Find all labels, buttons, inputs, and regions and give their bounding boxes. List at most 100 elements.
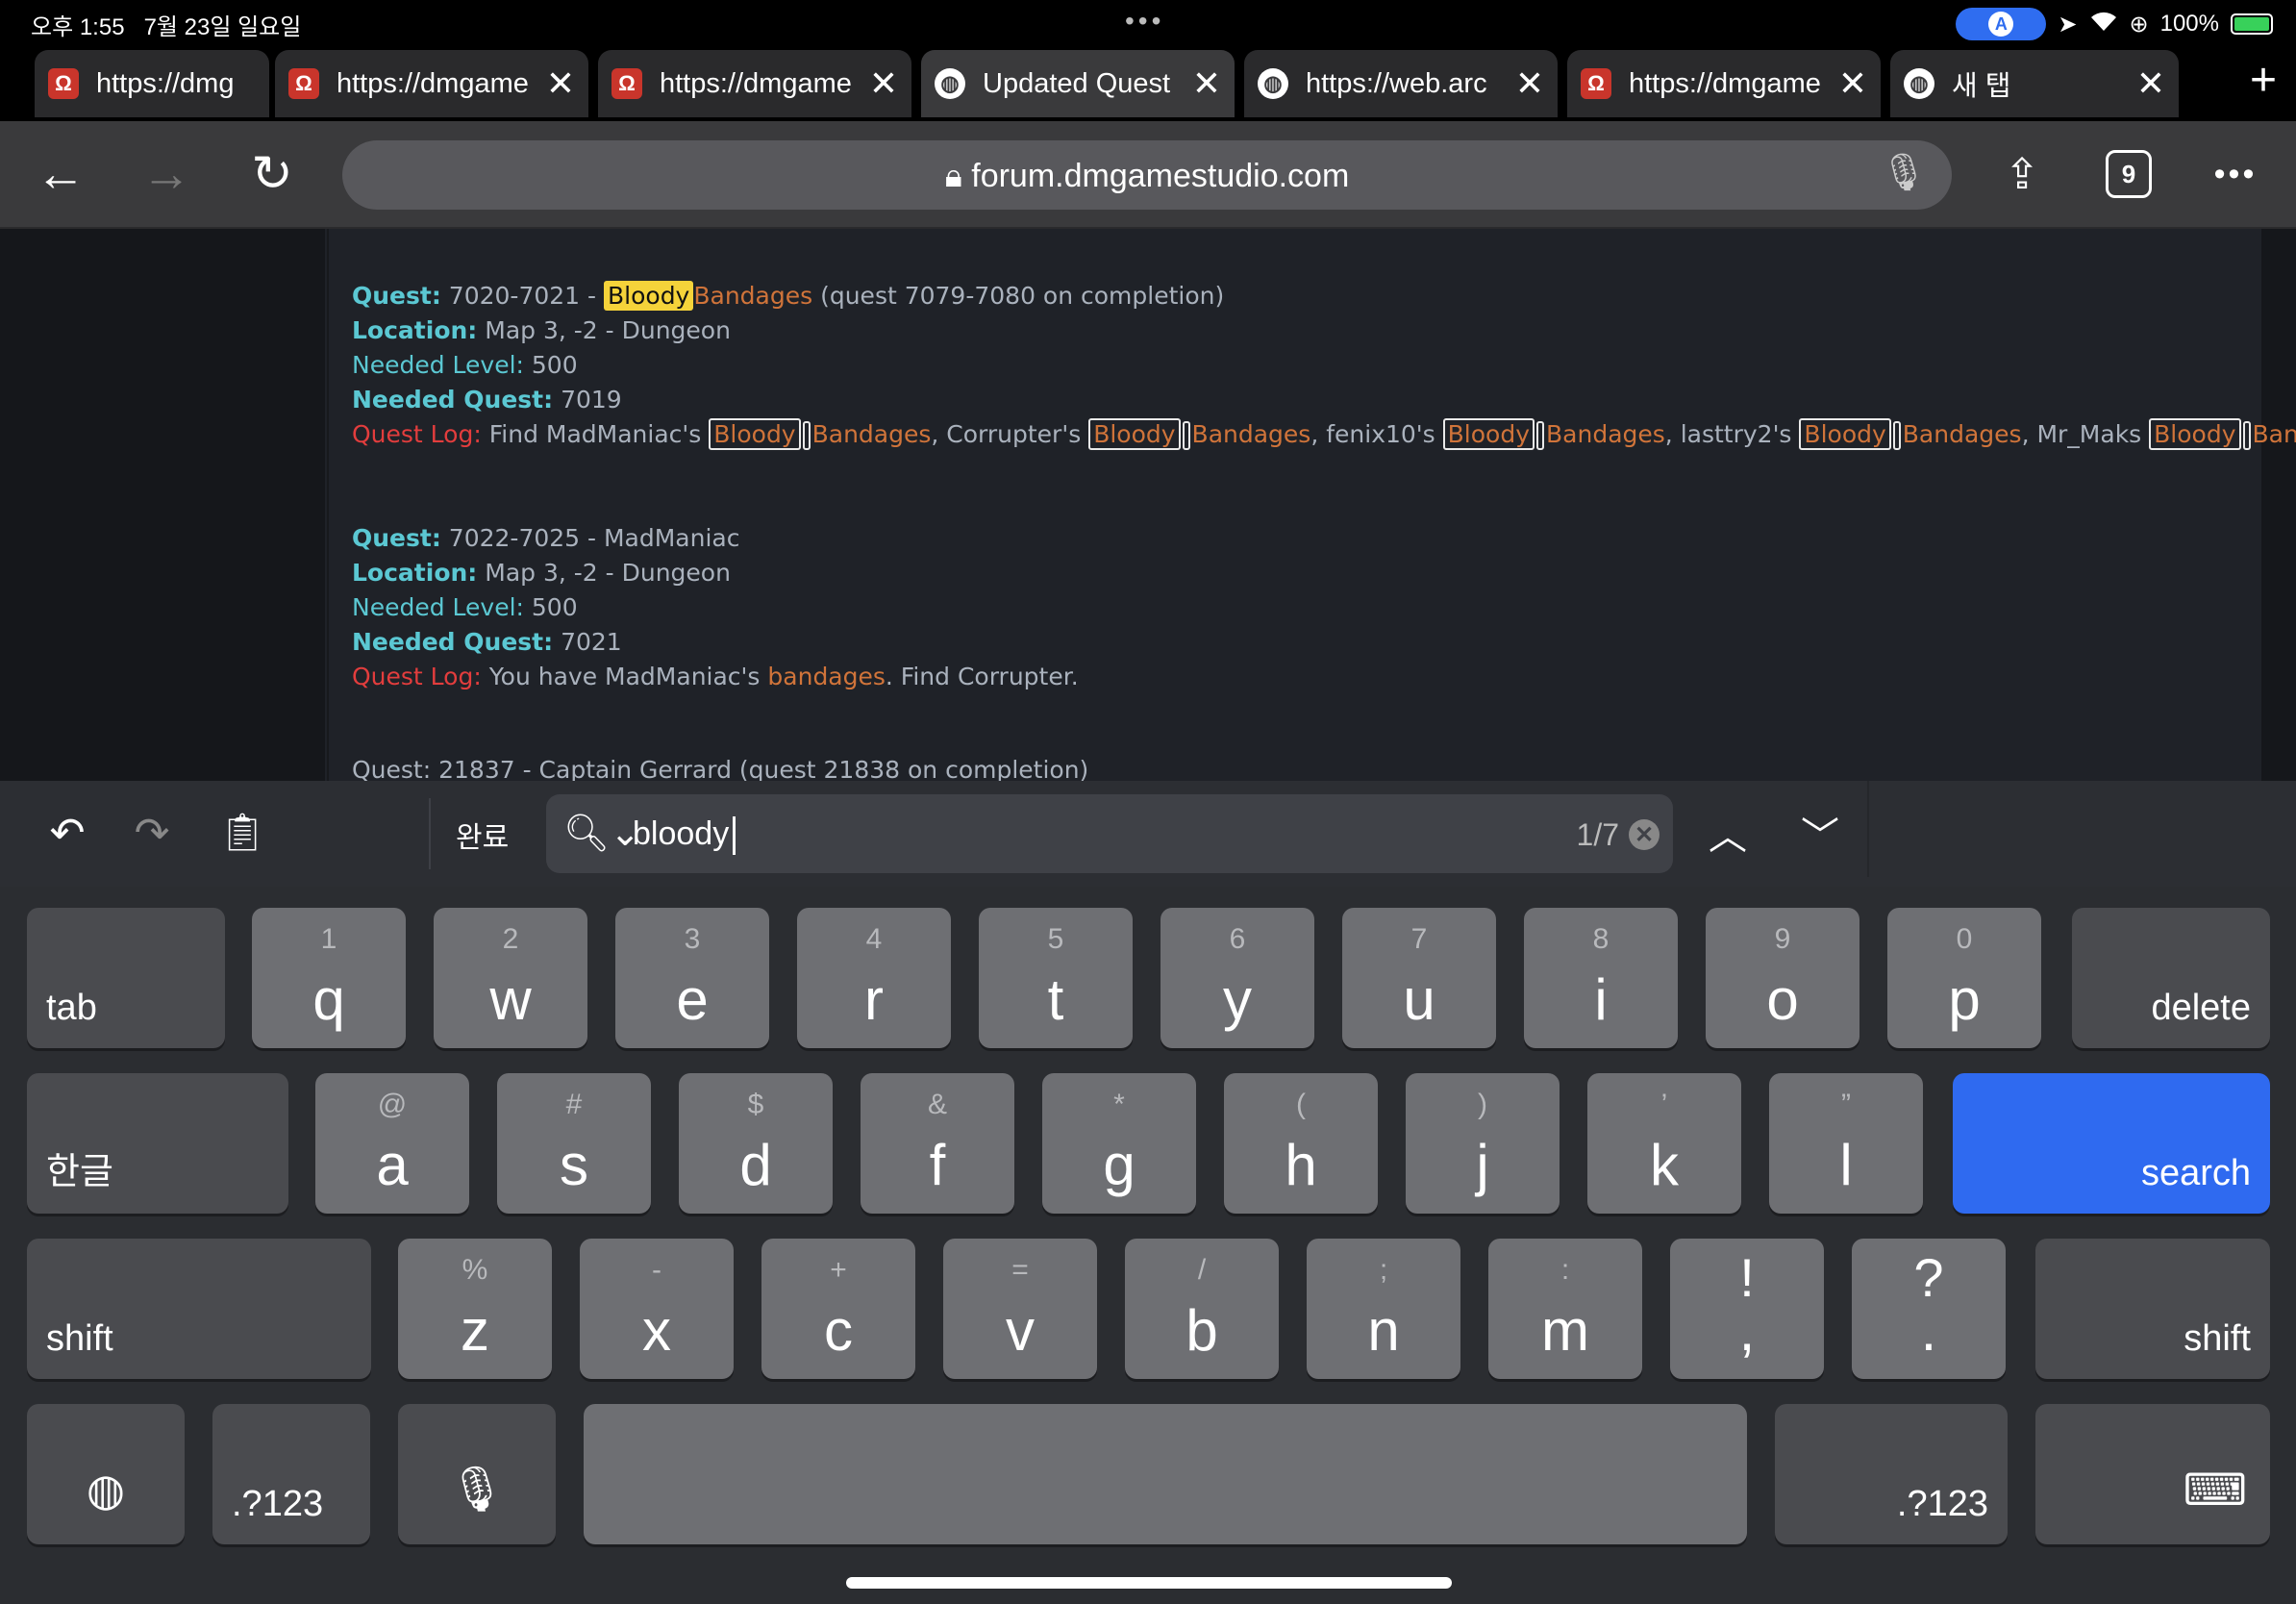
quest-log-line: Quest Log: You have MadManiac's bandages…	[352, 663, 1079, 690]
tab-7[interactable]: ◍ 새 탭 ✕	[1890, 50, 2179, 117]
key-j[interactable]: ) j	[1406, 1073, 1560, 1214]
key-g[interactable]: * g	[1042, 1073, 1196, 1214]
delete-key[interactable]: delete	[2072, 908, 2270, 1048]
close-icon[interactable]: ✕	[1838, 66, 1867, 101]
done-button[interactable]: 완료	[456, 814, 509, 856]
tab-title: https://dmgame	[1629, 67, 1821, 99]
match-highlight: Bloody	[1442, 418, 1535, 450]
search-options-icon[interactable]: 🔍︎⌄	[563, 812, 640, 855]
globe-icon: ◍	[1258, 68, 1288, 99]
key-t[interactable]: 5t	[979, 908, 1133, 1048]
tab-1[interactable]: Ω https://dmg	[35, 50, 269, 117]
key-x[interactable]: -x	[580, 1239, 734, 1379]
key-n[interactable]: ; n	[1307, 1239, 1460, 1379]
numbers-key-left[interactable]: .?123	[212, 1404, 370, 1544]
key-w[interactable]: 2w	[434, 908, 587, 1048]
status-indicators: A ➤ ⊕ 100%	[1956, 8, 2273, 40]
key-l[interactable]: ” l	[1769, 1073, 1923, 1214]
partially-visible-quest-line: Quest: 21837 - Captain Gerrard (quest 21…	[352, 756, 1089, 781]
new-tab-plus-icon[interactable]: +	[2250, 58, 2277, 104]
lock-icon: 🔒︎	[944, 158, 962, 194]
wifi-icon	[2089, 10, 2118, 39]
forward-arrow-icon[interactable]: →	[133, 140, 200, 208]
battery-icon	[2231, 13, 2273, 35]
more-options-icon[interactable]: •••	[2202, 140, 2269, 208]
match-highlight: Bloody	[709, 418, 801, 450]
address-bar[interactable]: 🔒︎ forum.dmgamestudio.com 🎙︎	[342, 140, 1952, 210]
globe-key[interactable]: ◍	[27, 1404, 185, 1544]
page-left-margin	[0, 229, 327, 781]
tab-title: https://web.arc	[1306, 67, 1487, 99]
find-search-field[interactable]: 🔍︎⌄ bloody 1/7 ✕	[546, 794, 1673, 873]
key-d[interactable]: $ d	[679, 1073, 833, 1214]
key-period[interactable]: ?.	[1852, 1239, 2006, 1379]
match-highlight: Bloody	[1088, 418, 1181, 450]
close-icon[interactable]: ✕	[1192, 66, 1221, 101]
navigation-pill[interactable]: A	[1956, 8, 2047, 40]
key-o[interactable]: 9o	[1706, 908, 1859, 1048]
key-comma[interactable]: !,	[1670, 1239, 1824, 1379]
tab-key[interactable]: tab	[27, 908, 225, 1048]
home-indicator[interactable]	[846, 1577, 1452, 1589]
close-icon[interactable]: ✕	[2136, 66, 2165, 101]
back-arrow-icon[interactable]: ←	[27, 140, 94, 208]
undo-icon[interactable]: ↶	[38, 804, 96, 862]
chevron-up-icon[interactable]: ︿	[1694, 804, 1761, 862]
tab-2[interactable]: Ω https://dmgame ✕	[275, 50, 588, 117]
key-z[interactable]: % z	[398, 1239, 552, 1379]
key-v[interactable]: = v	[943, 1239, 1097, 1379]
tab-title: https://dmg	[96, 67, 235, 99]
key-u[interactable]: 7u	[1342, 908, 1496, 1048]
location-line: Location: Map 3, -2 - Dungeon	[352, 316, 731, 344]
close-icon[interactable]: ✕	[546, 66, 575, 101]
browser-toolbar: ← → ↻ 🔒︎ forum.dmgamestudio.com 🎙︎ ⇪ 9 •…	[0, 121, 2296, 229]
space-bar[interactable]	[584, 1404, 1747, 1544]
needed-quest-line: Needed Quest: 7021	[352, 628, 622, 656]
key-e[interactable]: 3e	[615, 908, 769, 1048]
omega-icon: Ω	[611, 68, 642, 99]
tab-3[interactable]: Ω https://dmgame ✕	[598, 50, 911, 117]
tab-6[interactable]: Ω https://dmgame ✕	[1567, 50, 1881, 117]
key-i[interactable]: 8i	[1524, 908, 1678, 1048]
key-k[interactable]: ’ k	[1587, 1073, 1741, 1214]
status-bar: 오후 1:55 7월 23일 일요일 ••• A ➤ ⊕ 100%	[0, 0, 2296, 42]
key-h[interactable]: (h	[1224, 1073, 1378, 1214]
microphone-icon: 🎙︎	[448, 1464, 506, 1514]
key-r[interactable]: 4r	[797, 908, 951, 1048]
key-b[interactable]: / b	[1125, 1239, 1279, 1379]
share-icon[interactable]: ⇪	[1988, 140, 2056, 208]
key-m[interactable]: :m	[1488, 1239, 1642, 1379]
needed-level-line: Needed Level: 500	[352, 593, 578, 621]
key-p[interactable]: 0p	[1887, 908, 2041, 1048]
numbers-key-right[interactable]: .?123	[1775, 1404, 2008, 1544]
globe-icon: ◍	[1904, 68, 1934, 99]
hangul-key[interactable]: 한글	[27, 1073, 288, 1214]
clear-icon[interactable]: ✕	[1629, 819, 1660, 850]
microphone-icon[interactable]: 🎙︎	[1881, 152, 1927, 194]
key-s[interactable]: # s	[497, 1073, 651, 1214]
tab-title: https://dmgame	[660, 67, 852, 99]
redo-icon[interactable]: ↷	[123, 804, 181, 862]
status-date: 7월 23일 일요일	[143, 14, 302, 40]
hide-keyboard-key[interactable]: ⌨	[2035, 1404, 2270, 1544]
key-c[interactable]: + c	[761, 1239, 915, 1379]
tab-5[interactable]: ◍ https://web.arc ✕	[1244, 50, 1558, 117]
key-q[interactable]: 1q	[252, 908, 406, 1048]
search-key[interactable]: search	[1953, 1073, 2270, 1214]
paste-icon[interactable]: 📋︎	[213, 804, 271, 862]
shift-key-right[interactable]: shift	[2035, 1239, 2270, 1379]
shift-key-left[interactable]: shift	[27, 1239, 371, 1379]
key-a[interactable]: @ a	[315, 1073, 469, 1214]
multitasking-dots-icon[interactable]: •••	[1125, 6, 1164, 37]
location-icon: ➤	[2058, 11, 2078, 38]
chevron-down-icon[interactable]: ﹀	[1786, 804, 1854, 862]
dictation-key[interactable]: 🎙︎	[398, 1404, 556, 1544]
reload-icon[interactable]: ↻	[238, 140, 306, 208]
close-icon[interactable]: ✕	[1515, 66, 1544, 101]
key-y[interactable]: 6y	[1160, 908, 1314, 1048]
tab-overview-button[interactable]: 9	[2106, 150, 2152, 198]
tab-4-active[interactable]: ◍ Updated Quest ✕	[921, 50, 1235, 117]
close-icon[interactable]: ✕	[869, 66, 898, 101]
url-text: forum.dmgamestudio.com	[971, 158, 1350, 194]
key-f[interactable]: & f	[861, 1073, 1014, 1214]
